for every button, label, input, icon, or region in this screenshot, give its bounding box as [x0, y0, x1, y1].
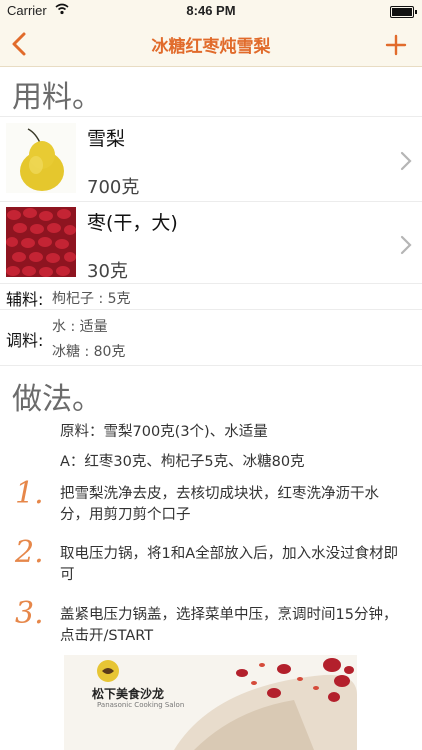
method-heading: 做法。: [12, 382, 102, 417]
materials-text: 原料：雪梨700克(3个)、水适量: [60, 424, 268, 440]
step-number: 2.: [15, 535, 44, 570]
page-title: 冰糖红枣炖雪梨: [151, 37, 271, 57]
seasoning-label: 调料:: [6, 331, 44, 350]
step-number: 1.: [15, 476, 44, 511]
brand-logo-subtext: Panasonic Cooking Salon: [97, 701, 185, 709]
recipe-photo: 松下美食沙龙 Panasonic Cooking Salon: [64, 655, 357, 750]
chevron-right-icon: [400, 235, 412, 255]
ingredient-name: 枣(干，大): [87, 212, 178, 234]
pear-image: [6, 123, 76, 193]
auxiliary-label: 辅料:: [6, 290, 44, 309]
seasoning-value: 冰糖 : 80克: [52, 344, 126, 360]
seasoning-row: 调料: 水 : 适量 冰糖 : 80克: [0, 309, 422, 366]
step-number: 3.: [15, 596, 44, 631]
ingredient-qty: 30克: [87, 261, 128, 282]
ingredient-qty: 700克: [87, 177, 140, 198]
seasoning-value: 水 : 适量: [52, 319, 108, 335]
clock: 8:46 PM: [186, 3, 236, 18]
chevron-right-icon: [400, 151, 412, 171]
mix-a-text: A：红枣30克、枸杞子5克、冰糖80克: [60, 454, 305, 470]
step-text: 把雪梨洗净去皮，去核切成块状，红枣洗净沥干水分，用剪刀剪个口子: [60, 486, 379, 523]
auxiliary-value: 枸杞子 : 5克: [52, 291, 131, 307]
auxiliary-row: 辅料: 枸杞子 : 5克: [0, 283, 422, 310]
dried-jujube-image: [6, 207, 76, 277]
navigation-bar: 冰糖红枣炖雪梨: [0, 22, 422, 67]
brand-logo-text: 松下美食沙龙: [92, 687, 165, 701]
ingredient-row[interactable]: 雪梨 700克: [0, 117, 422, 202]
add-button[interactable]: [382, 28, 410, 60]
step-text: 盖紧电压力锅盖，选择菜单中压，烹调时间15分钟，点击开/START: [60, 607, 398, 644]
ingredients-heading: 用料。: [12, 80, 102, 115]
step-text: 取电压力锅，将1和A全部放入后，加入水没过食材即可: [60, 546, 399, 583]
ingredient-name: 雪梨: [87, 128, 126, 150]
status-bar: Carrier 8:46 PM: [0, 0, 422, 22]
battery-icon: [390, 6, 417, 18]
ingredient-row[interactable]: 枣(干，大) 30克: [0, 201, 422, 284]
